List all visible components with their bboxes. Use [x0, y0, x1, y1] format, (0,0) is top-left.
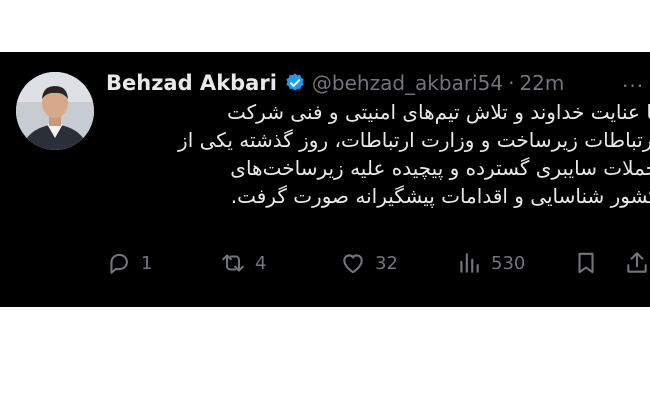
tweet-text-line: ارتباطات زیرساخت و وزارت ارتباطات، روز گ…	[178, 128, 650, 152]
tweet-text-line: کشور شناسایی و اقدامات پیشگیرانه صورت گر…	[230, 184, 650, 208]
like-icon	[343, 254, 363, 274]
like-button[interactable]: 32	[340, 248, 398, 278]
tweet-card[interactable]: Behzad Akbari @behzad_akbari54 · 22m ···…	[0, 52, 650, 307]
tweet-text-line: با عنایت خداوند و تلاش تیم‌های امنیتی و …	[227, 100, 650, 124]
repost-icon	[222, 254, 244, 272]
tweet-header: Behzad Akbari @behzad_akbari54 · 22m	[106, 66, 564, 100]
share-button[interactable]	[624, 248, 650, 278]
more-options-icon[interactable]: ···	[622, 74, 644, 98]
reply-icon	[110, 253, 128, 274]
bookmark-icon	[578, 252, 594, 274]
tweet-text-line: حملات سایبری گسترده و پیچیده علیه زیرساخ…	[230, 156, 650, 180]
action-bar: 1 4 32 530	[106, 248, 650, 278]
views-button[interactable]: 530	[456, 248, 525, 278]
tweet-text: با عنایت خداوند و تلاش تیم‌های امنیتی و …	[110, 98, 650, 210]
verified-badge-icon	[286, 73, 304, 91]
reply-count: 1	[141, 252, 153, 274]
separator-dot: ·	[508, 71, 515, 95]
like-count: 32	[375, 252, 398, 274]
bookmark-button[interactable]	[573, 248, 599, 278]
avatar[interactable]	[16, 72, 94, 150]
views-icon	[460, 253, 479, 273]
repost-button[interactable]: 4	[220, 248, 266, 278]
author-handle[interactable]: @behzad_akbari54	[312, 71, 503, 95]
views-count: 530	[491, 252, 526, 274]
share-icon	[627, 252, 647, 273]
repost-count: 4	[255, 252, 267, 274]
timestamp[interactable]: 22m	[519, 71, 564, 95]
reply-button[interactable]: 1	[106, 248, 152, 278]
author-name[interactable]: Behzad Akbari	[106, 71, 277, 95]
